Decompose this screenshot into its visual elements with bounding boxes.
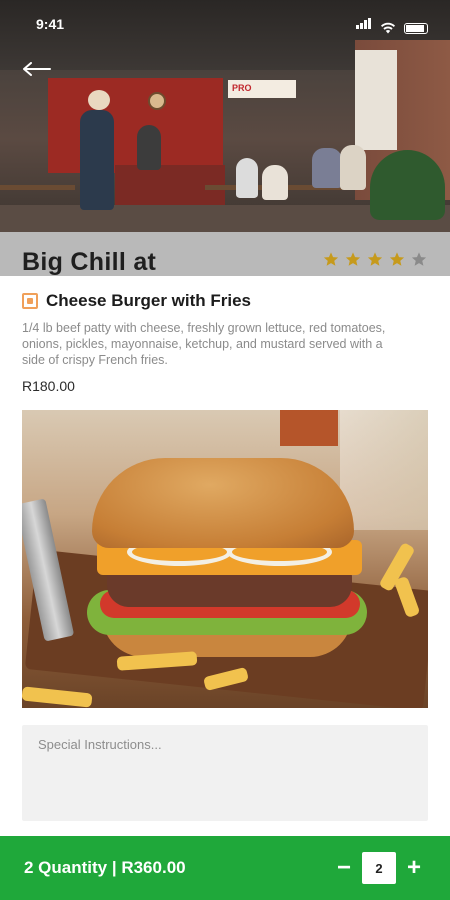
increment-button[interactable]: + [404, 853, 424, 883]
star-filled-icon [367, 252, 383, 266]
quantity-stepper: − 2 + [334, 852, 424, 884]
battery-icon [404, 23, 428, 34]
star-filled-icon [389, 252, 405, 266]
restaurant-photo: PRO 9:41 [0, 0, 450, 232]
wifi-icon [381, 22, 395, 34]
quantity-value: 2 [362, 852, 396, 884]
cellular-signal-icon [356, 16, 372, 34]
item-detail-screen: PRO 9:41 Big Chill at Cheese Burger with… [0, 0, 450, 900]
item-title: Cheese Burger with Fries [46, 291, 252, 310]
back-button[interactable] [20, 58, 54, 80]
star-rating [322, 251, 428, 268]
status-time: 9:41 [36, 16, 65, 32]
item-photo [22, 410, 428, 708]
item-description: 1/4 lb beef patty with cheese, freshly g… [22, 321, 386, 367]
restaurant-name: Big Chill at [22, 248, 157, 276]
restaurant-header: Big Chill at [0, 232, 450, 276]
star-filled-icon [345, 252, 361, 266]
status-bar: 9:41 [0, 0, 450, 44]
cart-bar: 2 Quantity | R360.00 − 2 + [0, 836, 450, 900]
arrow-left-icon [23, 62, 51, 76]
food-type-icon [22, 293, 38, 309]
cart-summary: 2 Quantity | R360.00 [24, 858, 186, 877]
star-filled-icon [323, 252, 339, 266]
decrement-button[interactable]: − [334, 853, 354, 883]
star-empty-icon [411, 252, 427, 266]
special-instructions-input[interactable] [22, 725, 428, 821]
item-price: R180.00 [22, 378, 75, 394]
item-header: Cheese Burger with Fries [22, 291, 251, 311]
restaurant-sign: PRO [228, 80, 296, 98]
